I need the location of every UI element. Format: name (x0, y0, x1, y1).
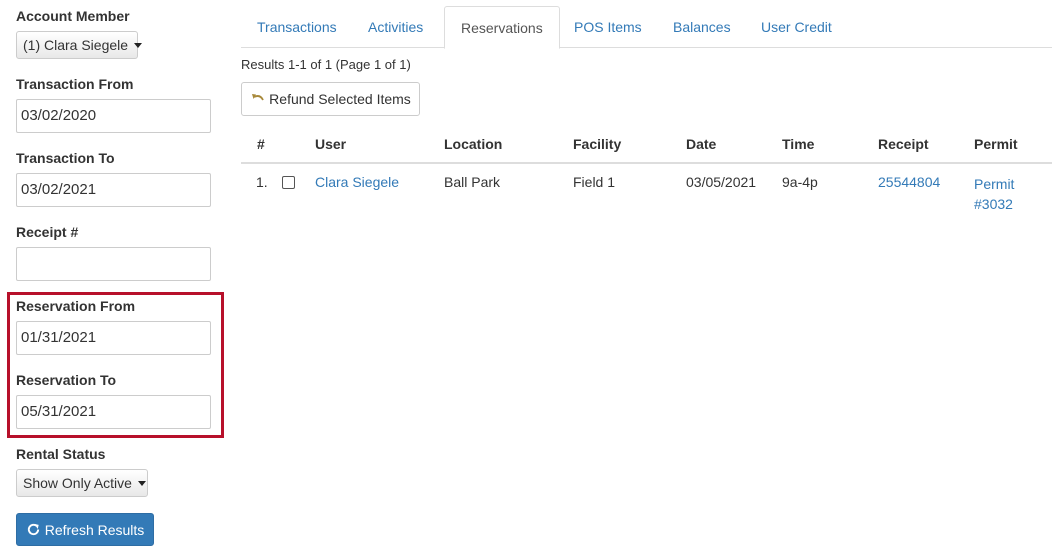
column-header-number: # (257, 136, 265, 152)
transaction-from-label: Transaction From (16, 76, 134, 92)
tab-activities[interactable]: Activities (352, 6, 439, 48)
caret-down-icon (137, 480, 146, 486)
transaction-from-input[interactable]: 03/02/2020 (16, 99, 211, 133)
tab-reservations[interactable]: Reservations (444, 6, 560, 49)
location-cell: Ball Park (444, 174, 501, 190)
reservation-to-label: Reservation To (16, 372, 117, 388)
permit-link-line1: Permit (974, 176, 1015, 192)
time-cell: 9a-4p (782, 174, 818, 190)
column-header-permit: Permit (974, 136, 1018, 152)
column-header-time: Time (782, 136, 815, 152)
permit-link[interactable]: Permit #3032 (974, 174, 1014, 214)
tab-transactions[interactable]: Transactions (241, 6, 353, 48)
receipt-label: Receipt # (16, 224, 79, 240)
account-member-select[interactable]: (1) Clara Siegele (16, 31, 143, 59)
transaction-to-input[interactable]: 03/02/2021 (16, 173, 211, 207)
refresh-results-button[interactable]: Refresh Results (16, 513, 154, 546)
refresh-results-label: Refresh Results (44, 521, 145, 538)
date-cell: 03/05/2021 (686, 174, 757, 190)
refund-selected-items-button[interactable]: Refund Selected Items (241, 82, 420, 116)
refund-selected-items-label: Refund Selected Items (269, 91, 411, 107)
column-header-date: Date (686, 136, 717, 152)
tab-balances[interactable]: Balances (657, 6, 747, 48)
reservation-from-label: Reservation From (16, 298, 136, 314)
account-member-value: (1) Clara Siegele (23, 37, 129, 53)
rental-status-label: Rental Status (16, 446, 106, 462)
receipt-input[interactable] (16, 247, 211, 281)
account-member-label: Account Member (16, 8, 130, 24)
tab-pos-items[interactable]: POS Items (558, 6, 658, 48)
column-header-user: User (315, 136, 347, 152)
caret-down-icon (134, 42, 143, 48)
user-link[interactable]: Clara Siegele (315, 174, 399, 190)
results-summary: Results 1-1 of 1 (Page 1 of 1) (241, 57, 411, 72)
tab-user-credit[interactable]: User Credit (745, 6, 848, 48)
transaction-to-label: Transaction To (16, 150, 115, 166)
refresh-icon (27, 523, 39, 536)
reservation-from-input[interactable]: 01/31/2021 (16, 321, 211, 355)
row-number: 1. (256, 174, 268, 190)
table-header-divider (241, 162, 1052, 164)
reservation-to-input[interactable]: 05/31/2021 (16, 395, 211, 429)
row-select-checkbox[interactable] (282, 176, 295, 189)
rental-status-value: Show Only Active (23, 475, 132, 491)
permit-link-line2: #3032 (974, 196, 1013, 212)
rental-status-select[interactable]: Show Only Active (16, 469, 148, 497)
column-header-location: Location (444, 136, 503, 152)
tab-bar: Transactions Activities Reservations POS… (241, 6, 1052, 49)
facility-cell: Field 1 (573, 174, 616, 190)
receipt-link[interactable]: 25544804 (878, 174, 940, 190)
column-header-receipt: Receipt (878, 136, 929, 152)
column-header-facility: Facility (573, 136, 622, 152)
undo-icon (252, 94, 264, 101)
